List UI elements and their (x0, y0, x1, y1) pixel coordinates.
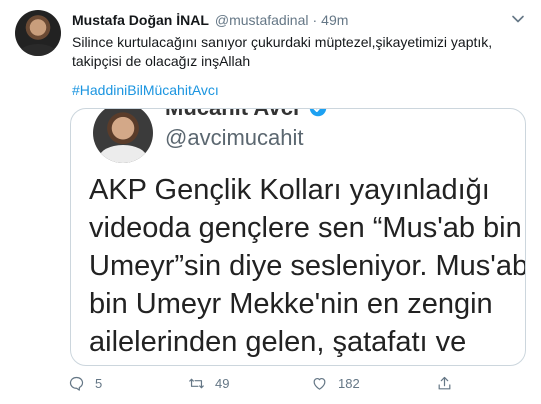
chevron-down-icon[interactable] (511, 12, 525, 26)
embedded-text-line: Umeyr”sin diye sesleniyor. Mus'ab (89, 250, 526, 282)
reply-count: 5 (95, 376, 103, 391)
embedded-text-line: AKP Gençlik Kolları yayınladığı (89, 174, 490, 206)
retweet-button[interactable]: 49 (188, 375, 229, 392)
author-handle[interactable]: @mustafadinal (215, 12, 309, 28)
tweet-text: Silince kurtulacağını sanıyor çukurdaki … (72, 33, 512, 71)
embedded-author-avatar (93, 109, 153, 163)
hashtag-link[interactable]: #HaddiniBilMücahitAvcı (72, 82, 219, 98)
reply-button[interactable]: 5 (68, 375, 102, 392)
retweet-icon (189, 378, 204, 389)
author-avatar[interactable] (15, 10, 61, 56)
verified-badge-icon (309, 109, 327, 117)
header-separator: · (312, 12, 318, 28)
like-button[interactable]: 182 (311, 375, 360, 392)
share-button[interactable] (436, 375, 463, 392)
tweet-text-line: takipçisi de olacağız inşAllah (72, 53, 251, 69)
embedded-text-line: ailelerinden gelen, şatafatı ve (89, 326, 467, 358)
embedded-text-line: videoda gençlere sen “Mus'ab bin (89, 212, 522, 244)
embedded-author-name-text: Mücahit Avcı (165, 109, 299, 120)
reply-icon (69, 376, 84, 391)
tweet-header: Mustafa Doğan İNAL @mustafadinal · 49m (72, 12, 348, 28)
tweet-text-line: Silince kurtulacağını sanıyor çukurdaki … (72, 34, 493, 50)
embedded-author-name: Mücahit Avcı (165, 109, 327, 121)
tweet-actions: 5 49 182 (68, 375, 478, 395)
embedded-text-line: bin Umeyr Mekke'nin en zengin (89, 288, 493, 320)
author-display-name[interactable]: Mustafa Doğan İNAL (72, 12, 209, 28)
tweet-timestamp[interactable]: 49m (321, 12, 348, 28)
heart-icon (313, 377, 326, 390)
retweet-count: 49 (215, 376, 230, 391)
like-count: 182 (338, 376, 360, 391)
share-icon (438, 376, 451, 390)
embedded-author-handle: @avcimucahit (165, 125, 304, 150)
embedded-tweet-image[interactable]: Mücahit Avcı @avcimucahit AKP Gençlik Ko… (70, 108, 526, 366)
tweet[interactable]: Mustafa Doğan İNAL @mustafadinal · 49m S… (0, 0, 541, 404)
embedded-tweet-text: AKP Gençlik Kolları yayınladığı videoda … (89, 171, 526, 361)
